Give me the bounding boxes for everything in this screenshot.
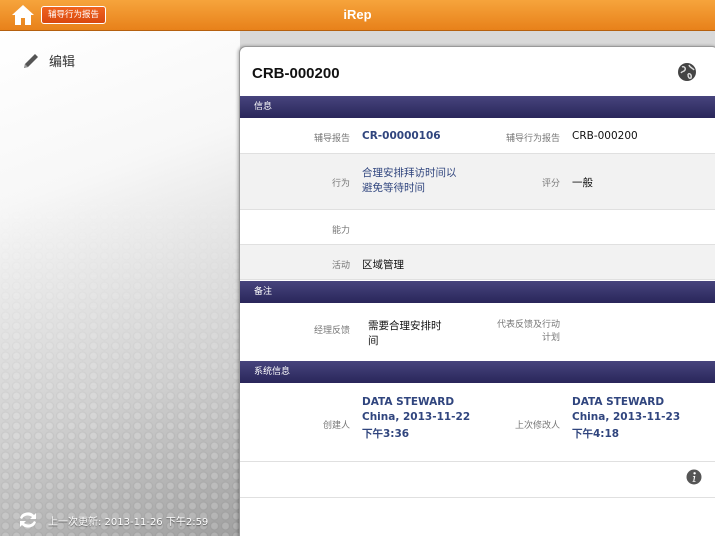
coaching-report-link[interactable]: CR-00000106 (362, 130, 441, 142)
behavior-report-label: 辅导行为报告 (505, 134, 560, 144)
sidebar: 编辑 上一次更新: 2013-11-26 下午2:59 (0, 31, 240, 536)
rep-feedback-label-line1: 代表反馈及行动 (496, 320, 560, 330)
created-by-date[interactable]: China, 2013-11-22 (362, 411, 470, 423)
row-system-info: 创建人 DATA STEWARD China, 2013-11-22 下午3:3… (240, 383, 715, 462)
pencil-icon (24, 53, 38, 68)
ability-label: 能力 (331, 226, 350, 236)
created-by-label: 创建人 (322, 421, 350, 431)
last-update-row: 上一次更新: 2013-11-26 下午2:59 (17, 510, 208, 530)
refresh-icon[interactable] (17, 510, 39, 530)
row-feedback: 经理反馈 需要合理安排时 间 代表反馈及行动 计划 (240, 303, 715, 359)
record-title: CRB-000200 (252, 65, 340, 82)
edit-label: 编辑 (49, 55, 76, 70)
row-ability: 能力 (240, 210, 715, 245)
top-bar: 辅导行为报告 iRep (0, 0, 715, 31)
edit-button[interactable]: 编辑 (22, 51, 75, 70)
last-update-text: 上一次更新: 2013-11-26 下午2:59 (48, 516, 209, 528)
modified-by-date[interactable]: China, 2013-11-23 (572, 411, 680, 423)
row-behavior: 行为 合理安排拜访时间以 避免等待时间 评分 一般 (240, 154, 715, 210)
app-title: iRep (343, 7, 372, 22)
rating-value: 一般 (572, 177, 593, 189)
modified-by-label: 上次修改人 (514, 421, 560, 431)
behavior-value-line1[interactable]: 合理安排拜访时间以 (362, 165, 457, 180)
row-activity: 活动 区域管理 (240, 245, 715, 280)
detail-panel: CRB-000200 信息 辅导报告 CR-00000106 辅导行为报告 CR… (239, 46, 715, 536)
coaching-report-label: 辅导报告 (313, 134, 350, 144)
modified-by-time[interactable]: 下午4:18 (572, 426, 619, 441)
rep-feedback-label-line2: 计划 (541, 333, 560, 343)
manager-feedback-line1: 需要合理安排时 (368, 320, 442, 332)
manager-feedback-label: 经理反馈 (313, 326, 350, 336)
activity-label: 活动 (331, 261, 350, 271)
created-by-time[interactable]: 下午3:36 (362, 426, 409, 441)
behavior-value-line2[interactable]: 避免等待时间 (362, 180, 425, 195)
row-info-footer (240, 462, 715, 498)
rating-label: 评分 (541, 179, 560, 189)
modified-by-user-link[interactable]: DATA STEWARD (572, 396, 664, 408)
section-header-notes: 备注 (240, 281, 715, 303)
manager-feedback-line2: 间 (368, 335, 379, 347)
activity-value: 区域管理 (362, 259, 404, 271)
behavior-report-value: CRB-000200 (572, 130, 638, 142)
sidebar-background-pattern (0, 31, 240, 536)
created-by-user-link[interactable]: DATA STEWARD (362, 396, 454, 408)
behavior-label: 行为 (331, 179, 350, 189)
info-icon[interactable] (686, 469, 702, 485)
globe-icon[interactable] (677, 62, 697, 82)
section-header-info: 信息 (240, 96, 715, 118)
section-header-system: 系统信息 (240, 361, 715, 383)
row-coaching-report: 辅导报告 CR-00000106 辅导行为报告 CRB-000200 (240, 118, 715, 154)
